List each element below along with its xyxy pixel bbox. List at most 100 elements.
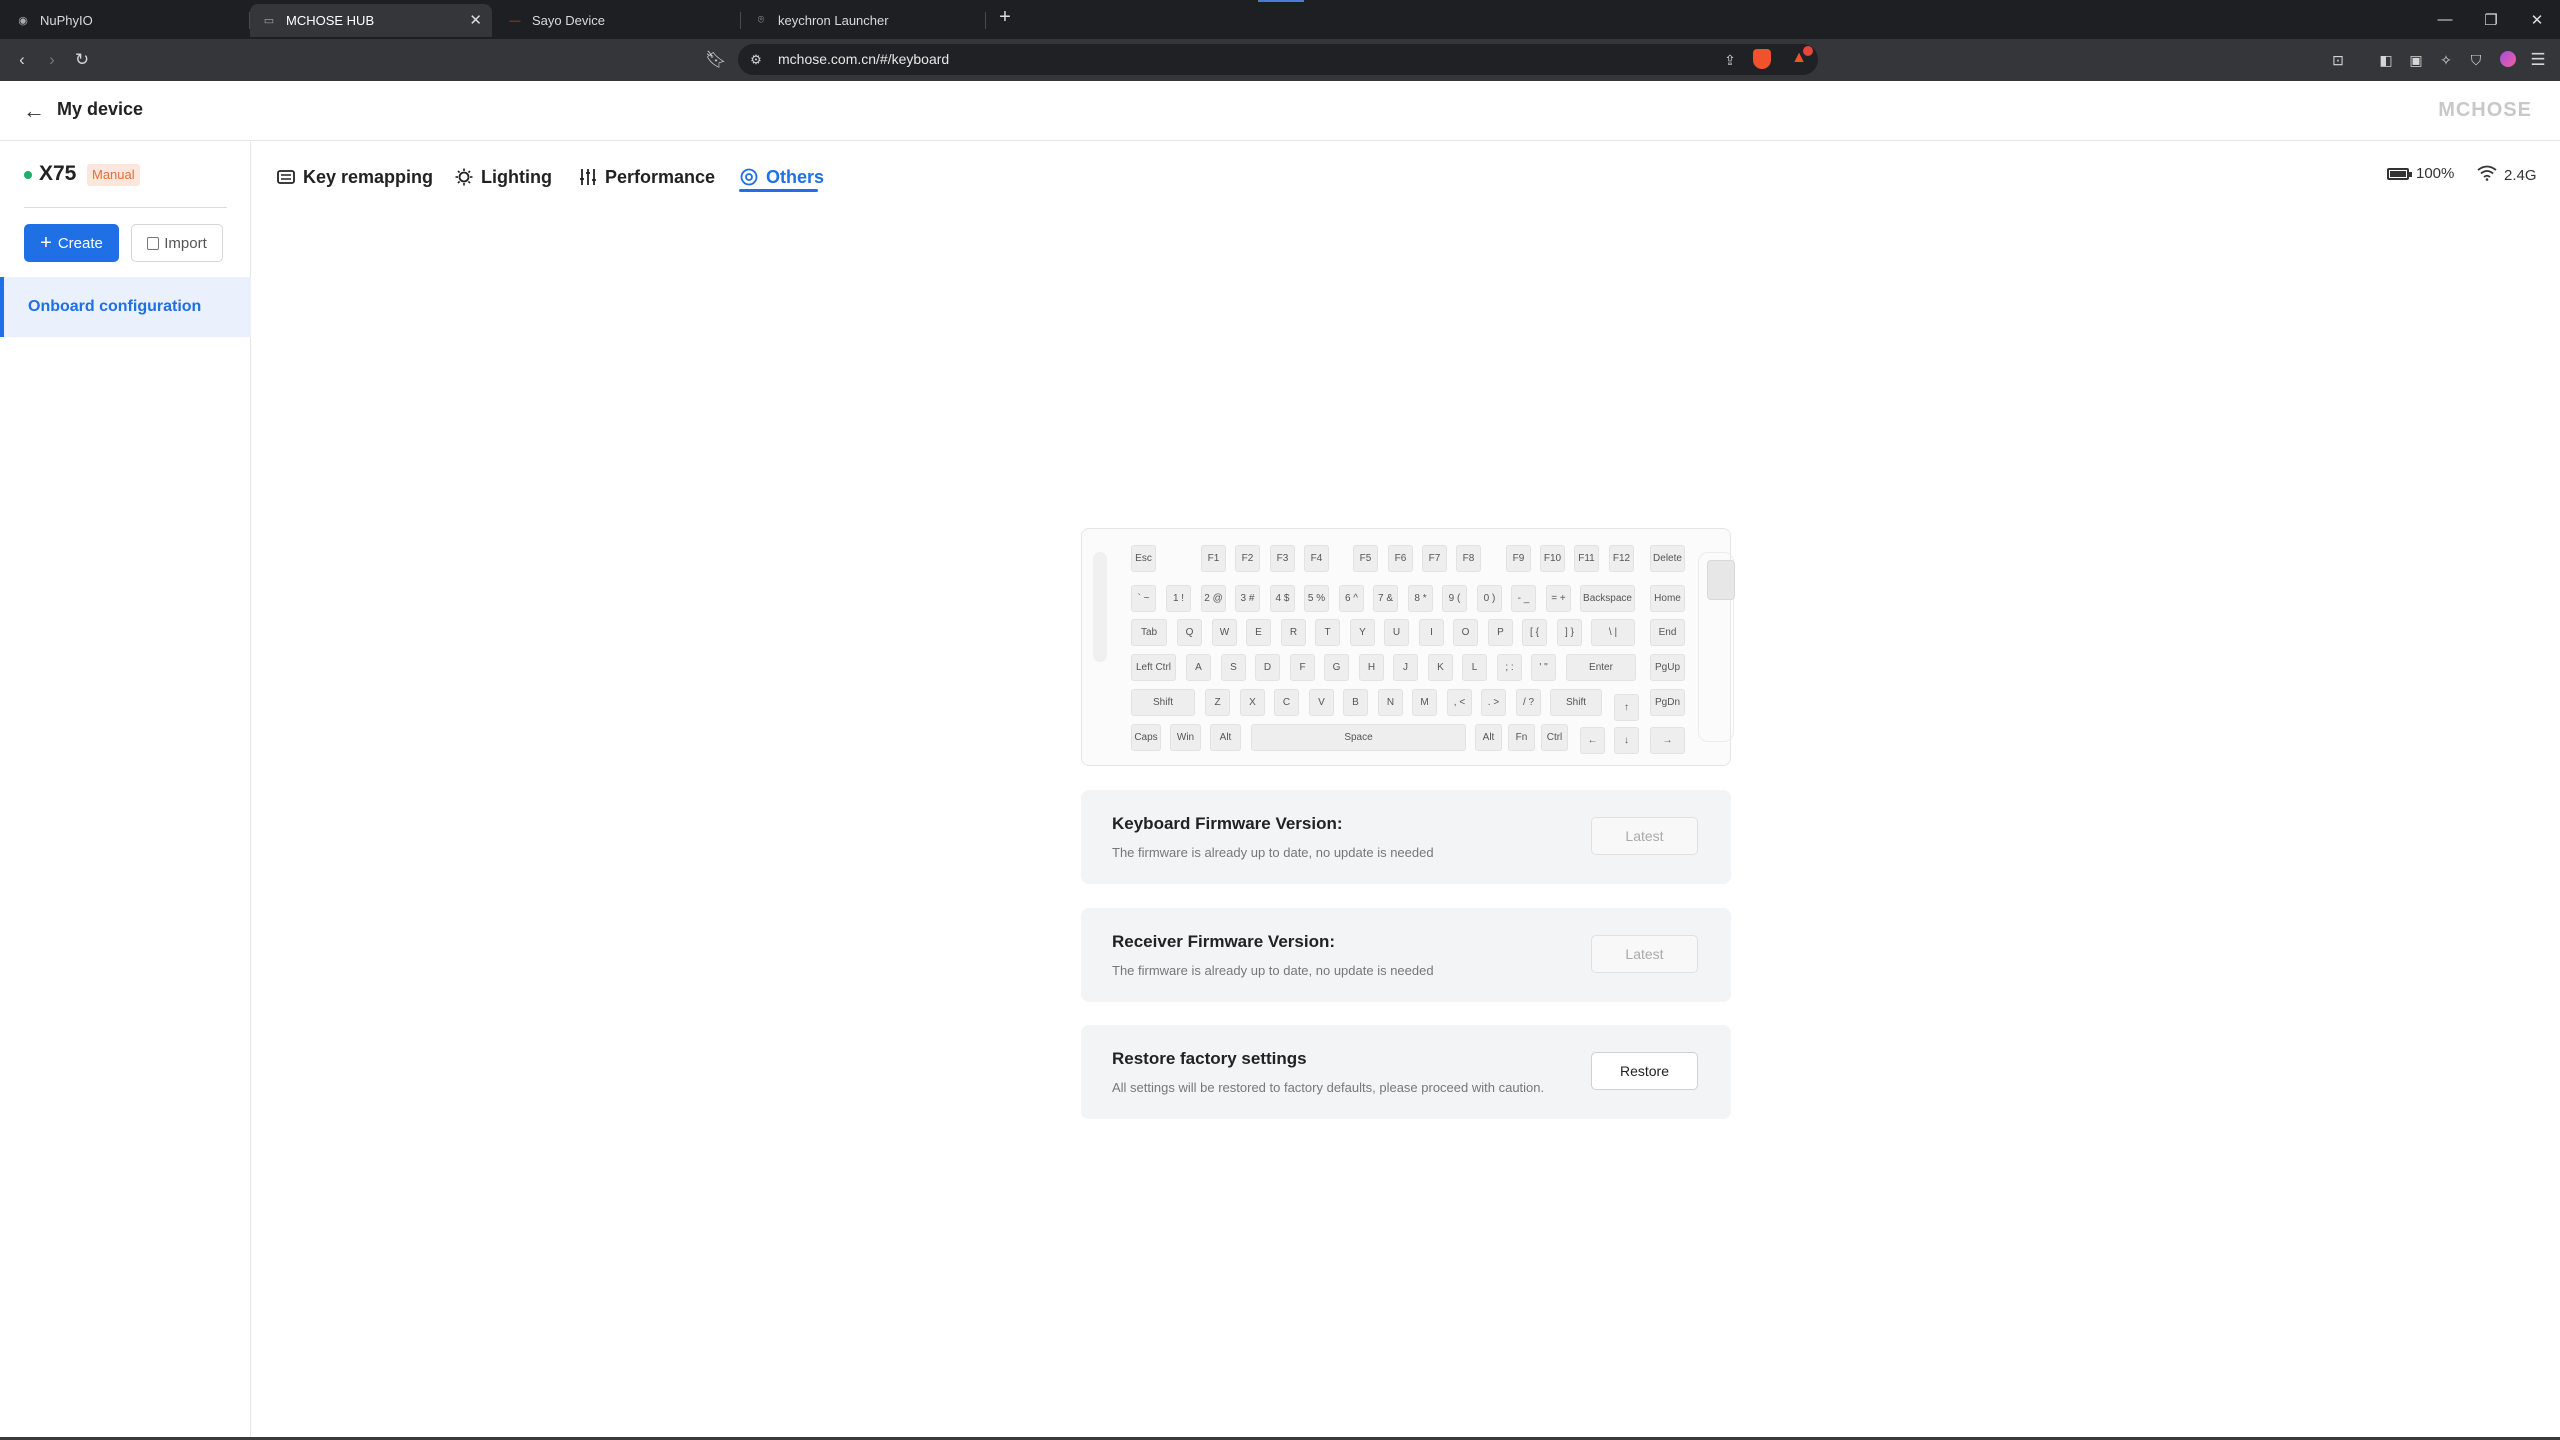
browser-tab-keychron-launcher[interactable]: ⌾ keychron Launcher (742, 4, 984, 37)
keyboard-key[interactable]: Left Ctrl (1131, 654, 1176, 681)
latest-button[interactable]: Latest (1591, 935, 1698, 973)
keyboard-key[interactable]: U (1384, 619, 1409, 646)
keyboard-key[interactable]: / ? (1516, 689, 1541, 716)
keyboard-key[interactable]: Home (1650, 585, 1685, 612)
keyboard-key[interactable]: \ | (1591, 619, 1635, 646)
keyboard-key[interactable]: H (1359, 654, 1384, 681)
wallet-icon[interactable]: ▣ (2404, 48, 2428, 72)
share-icon[interactable]: ⇪ (1718, 48, 1742, 72)
keyboard-key[interactable]: F6 (1388, 545, 1413, 572)
keyboard-key[interactable]: Enter (1566, 654, 1636, 681)
keyboard-key[interactable]: N (1378, 689, 1403, 716)
keyboard-key[interactable]: 7 & (1373, 585, 1398, 612)
keyboard-key[interactable]: F1 (1201, 545, 1226, 572)
keyboard-key[interactable]: ' " (1531, 654, 1556, 681)
keyboard-key[interactable]: K (1428, 654, 1453, 681)
keyboard-key[interactable]: ↓ (1614, 727, 1639, 754)
keyboard-key[interactable]: V (1309, 689, 1334, 716)
rotary-knob[interactable] (1707, 560, 1735, 600)
keyboard-key[interactable]: T (1315, 619, 1340, 646)
keyboard-key[interactable]: ` ~ (1131, 585, 1156, 612)
keyboard-key[interactable]: F8 (1456, 545, 1481, 572)
keyboard-key[interactable]: 4 $ (1270, 585, 1295, 612)
menu-icon[interactable]: ☰ (2526, 48, 2550, 72)
tab-performance[interactable]: Performance (578, 163, 715, 191)
keyboard-key[interactable]: [ { (1522, 619, 1547, 646)
tab-lighting[interactable]: Lighting (454, 163, 552, 191)
keyboard-key[interactable]: Alt (1475, 724, 1502, 751)
sidebar-item-onboard-configuration[interactable]: Onboard configuration (0, 277, 251, 337)
new-tab-button[interactable]: + (993, 6, 1017, 29)
keyboard-key[interactable]: A (1186, 654, 1211, 681)
keyboard-key[interactable]: Space (1251, 724, 1466, 751)
restore-window-icon[interactable]: ❐ (2468, 0, 2514, 39)
keyboard-key[interactable]: F2 (1235, 545, 1260, 572)
keyboard-key[interactable]: 6 ^ (1339, 585, 1364, 612)
keyboard-key[interactable]: 1 ! (1166, 585, 1191, 612)
keyboard-key[interactable]: Esc (1131, 545, 1156, 572)
keyboard-key[interactable]: F7 (1422, 545, 1447, 572)
keyboard-key[interactable]: F5 (1353, 545, 1378, 572)
keyboard-key[interactable]: Z (1205, 689, 1230, 716)
keyboard-key[interactable]: Tab (1131, 619, 1167, 646)
keyboard-key[interactable]: 3 # (1235, 585, 1260, 612)
brave-shields-icon[interactable] (1753, 49, 1771, 69)
keyboard-key[interactable]: F9 (1506, 545, 1531, 572)
keyboard-key[interactable]: 9 ( (1442, 585, 1467, 612)
keyboard-key[interactable]: Fn (1508, 724, 1535, 751)
close-window-icon[interactable]: ✕ (2514, 0, 2560, 39)
keyboard-key[interactable]: PgUp (1650, 654, 1685, 681)
reload-icon[interactable]: ↻ (70, 48, 94, 72)
keyboard-key[interactable]: P (1488, 619, 1513, 646)
keyboard-key[interactable]: Win (1170, 724, 1201, 751)
keyboard-key[interactable]: R (1281, 619, 1306, 646)
close-tab-icon[interactable]: ✕ (469, 11, 482, 29)
keyboard-key[interactable]: E (1246, 619, 1271, 646)
keyboard-key[interactable]: C (1274, 689, 1299, 716)
keyboard-key[interactable]: 2 @ (1201, 585, 1226, 612)
keyboard-key[interactable]: X (1240, 689, 1265, 716)
url-text[interactable]: mchose.com.cn/#/keyboard (778, 51, 949, 67)
restore-button[interactable]: Restore (1591, 1052, 1698, 1090)
keyboard-key[interactable]: End (1650, 619, 1685, 646)
keyboard-key[interactable]: M (1412, 689, 1437, 716)
keyboard-key[interactable]: G (1324, 654, 1349, 681)
keyboard-key[interactable]: F4 (1304, 545, 1329, 572)
keyboard-key[interactable]: J (1393, 654, 1418, 681)
keyboard-key[interactable]: ← (1580, 727, 1605, 754)
keyboard-key[interactable]: O (1453, 619, 1478, 646)
keyboard-key[interactable]: S (1221, 654, 1246, 681)
keyboard-key[interactable]: Y (1350, 619, 1375, 646)
site-info-icon[interactable]: ⚙ (744, 48, 768, 72)
keyboard-key[interactable]: ; : (1497, 654, 1522, 681)
keyboard-key[interactable]: Backspace (1580, 585, 1635, 612)
keyboard-key[interactable]: D (1255, 654, 1280, 681)
back-icon[interactable]: ‹ (10, 48, 34, 72)
keyboard-key[interactable]: F11 (1574, 545, 1599, 572)
keyboard-key[interactable]: ↑ (1614, 694, 1639, 721)
keyboard-key[interactable]: . > (1481, 689, 1506, 716)
keyboard-key[interactable]: F12 (1609, 545, 1634, 572)
keyboard-key[interactable]: B (1343, 689, 1368, 716)
latest-button[interactable]: Latest (1591, 817, 1698, 855)
bookmark-icon[interactable]: 🔖︎ (704, 48, 728, 72)
keyboard-key[interactable]: 0 ) (1477, 585, 1502, 612)
keyboard-key[interactable]: Ctrl (1541, 724, 1568, 751)
cast-icon[interactable]: ⊡ (2326, 48, 2350, 72)
keyboard-key[interactable]: F10 (1540, 545, 1565, 572)
keyboard-key[interactable]: ] } (1557, 619, 1582, 646)
sidebar-icon[interactable]: ◧ (2374, 48, 2398, 72)
keyboard-key[interactable]: 8 * (1408, 585, 1433, 612)
keyboard-key[interactable]: I (1419, 619, 1444, 646)
back-arrow-icon[interactable]: ← (22, 99, 46, 123)
keyboard-key[interactable]: F3 (1270, 545, 1295, 572)
keyboard-key[interactable]: , < (1447, 689, 1472, 716)
vpn-shield-icon[interactable]: ⛉ (2464, 48, 2488, 72)
keyboard-key[interactable]: - _ (1511, 585, 1536, 612)
leo-ai-icon[interactable]: ✧ (2434, 48, 2458, 72)
profile-icon[interactable] (2500, 51, 2516, 67)
tab-others[interactable]: Others (739, 163, 824, 191)
create-button[interactable]: + Create (24, 224, 119, 262)
keyboard-key[interactable]: PgDn (1650, 689, 1685, 716)
keyboard-key[interactable]: Caps (1131, 724, 1161, 751)
